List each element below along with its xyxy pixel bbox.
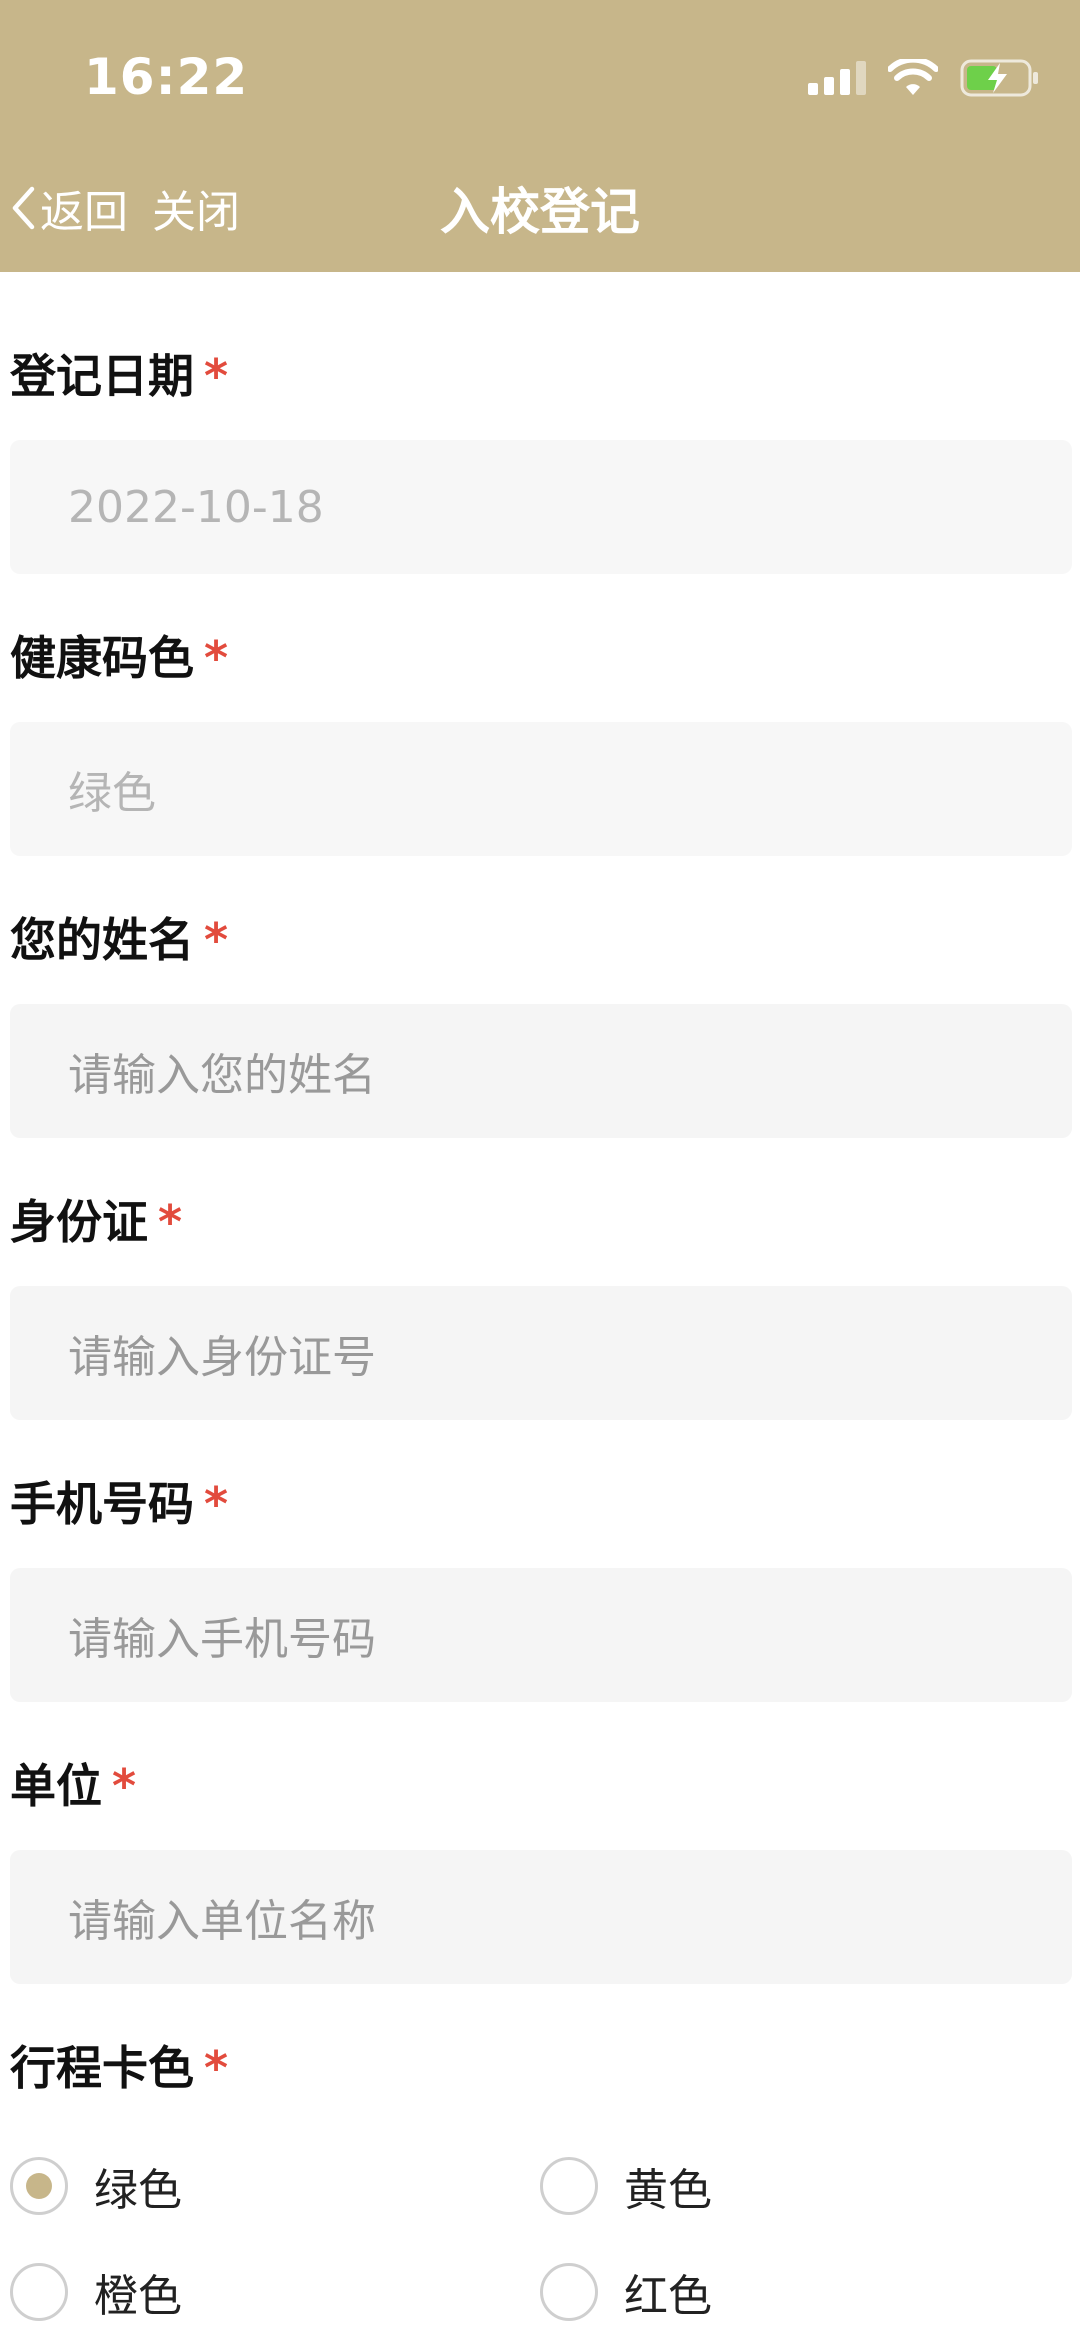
- health-code-field: 绿色: [10, 722, 1072, 856]
- wifi-icon: [888, 59, 938, 95]
- field-label: 单位 *: [10, 1759, 137, 1813]
- radio-circle: [540, 2263, 598, 2321]
- required-mark: *: [204, 349, 229, 403]
- signal-icon: [808, 61, 866, 95]
- field-label: 手机号码 *: [10, 1477, 229, 1531]
- nav-bar: 返回 关闭 入校登记: [0, 160, 1080, 252]
- page-title: 入校登记: [440, 183, 640, 241]
- radio-green[interactable]: 绿色: [10, 2154, 182, 2218]
- id-card-input[interactable]: 请输入身份证号: [10, 1286, 1072, 1420]
- radio-yellow[interactable]: 黄色: [540, 2154, 712, 2218]
- field-label: 行程卡色 *: [10, 2041, 229, 2095]
- radio-circle: [10, 2263, 68, 2321]
- required-mark: *: [204, 631, 229, 685]
- required-mark: *: [204, 2041, 229, 2095]
- required-mark: *: [204, 913, 229, 967]
- field-label: 您的姓名 *: [10, 913, 229, 967]
- status-time: 16:22: [84, 48, 249, 106]
- radio-red[interactable]: 红色: [540, 2260, 712, 2324]
- field-label: 身份证 *: [10, 1195, 183, 1249]
- radio-circle: [10, 2157, 68, 2215]
- required-mark: *: [204, 1477, 229, 1531]
- status-bar: 16:22: [0, 0, 1080, 150]
- required-mark: *: [158, 1195, 183, 1249]
- field-label: 健康码色 *: [10, 631, 229, 685]
- radio-circle: [540, 2157, 598, 2215]
- trip-card-options-row-2: 橙色 红色: [0, 2260, 1080, 2339]
- header-bar: 16:22 返回 关闭 入校登记: [0, 0, 1080, 272]
- radio-orange[interactable]: 橙色: [10, 2260, 182, 2324]
- status-icons: [808, 56, 1040, 100]
- organization-input[interactable]: 请输入单位名称: [10, 1850, 1072, 1984]
- field-label: 登记日期 *: [10, 349, 229, 403]
- phone-input[interactable]: 请输入手机号码: [10, 1568, 1072, 1702]
- trip-card-options-row-1: 绿色 黄色: [0, 2154, 1080, 2234]
- register-date-field: 2022-10-18: [10, 440, 1072, 574]
- required-mark: *: [112, 1759, 137, 1813]
- battery-charging-icon: [960, 59, 1038, 97]
- name-input[interactable]: 请输入您的姓名: [10, 1004, 1072, 1138]
